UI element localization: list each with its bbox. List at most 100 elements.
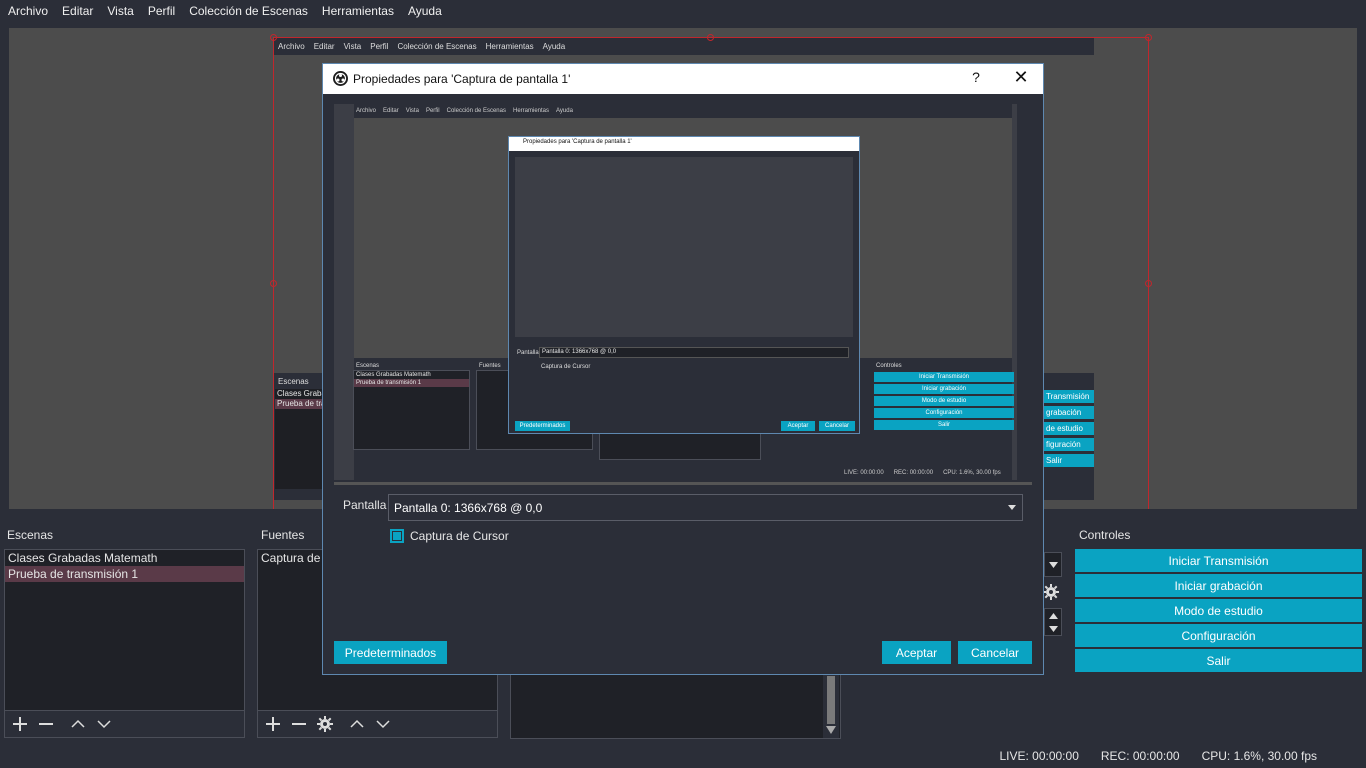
preview-scene-item: Clases Grabadas Matemath xyxy=(356,372,431,378)
cursor-capture-checkbox[interactable] xyxy=(390,529,404,543)
spin-up-icon xyxy=(1049,613,1058,619)
menubar: Archivo Editar Vista Perfil Colección de… xyxy=(0,0,1366,22)
preview-menu-item: Colección de Escenas xyxy=(446,108,506,114)
preview-menu-item: Archivo xyxy=(356,108,377,114)
resize-handle[interactable] xyxy=(707,34,714,41)
preview-control: Iniciar Transmisión xyxy=(874,372,1014,382)
chevron-down-icon xyxy=(1008,505,1016,510)
obs-logo-icon xyxy=(333,71,348,86)
menu-coleccion-escenas[interactable]: Colección de Escenas xyxy=(185,4,312,18)
nested-select: Pantalla 0: 1366x768 @ 0,0 xyxy=(539,347,849,358)
preview-menubar: Archivo Editar Vista Perfil Colección de… xyxy=(354,104,1012,118)
resize-handle[interactable] xyxy=(270,34,277,41)
nested-label: Pantalla xyxy=(517,350,539,356)
settings-button[interactable]: Configuración xyxy=(1075,624,1362,647)
chevron-up-icon xyxy=(71,719,85,728)
add-scene-button[interactable] xyxy=(11,715,29,733)
transition-settings-button[interactable] xyxy=(1043,584,1059,603)
gear-icon xyxy=(1043,584,1059,600)
chevron-up-icon xyxy=(350,719,364,728)
properties-dialog: Propiedades para 'Captura de pantalla 1'… xyxy=(322,63,1044,675)
dialog-titlebar[interactable]: Propiedades para 'Captura de pantalla 1'… xyxy=(323,64,1043,94)
nested-cancel: Cancelar xyxy=(819,421,855,431)
preview-splitter[interactable] xyxy=(334,482,1032,485)
menu-archivo[interactable]: Archivo xyxy=(4,4,52,18)
remove-scene-button[interactable] xyxy=(37,715,55,733)
cursor-capture-row[interactable]: Captura de Cursor xyxy=(390,529,509,543)
remove-source-button[interactable] xyxy=(290,715,308,733)
resize-handle[interactable] xyxy=(270,280,277,287)
preview-scenes-title: Escenas xyxy=(356,363,380,369)
menu-vista[interactable]: Vista xyxy=(103,4,137,18)
minus-icon xyxy=(292,723,306,725)
ok-button[interactable]: Aceptar xyxy=(882,641,951,664)
scenes-toolbar xyxy=(4,711,245,738)
preview-status-item: REC: 00:00:00 xyxy=(893,470,934,476)
minus-icon xyxy=(39,723,53,725)
dialog-title: Propiedades para 'Captura de pantalla 1' xyxy=(353,72,571,86)
preview-control: Modo de estudio xyxy=(874,396,1014,406)
preview-controls: Iniciar Transmisión Iniciar grabación Mo… xyxy=(874,372,1014,432)
preview-controls-title: Controles xyxy=(876,363,902,369)
chevron-down-icon xyxy=(376,720,390,729)
start-recording-button[interactable]: Iniciar grabación xyxy=(1075,574,1362,597)
menu-perfil[interactable]: Perfil xyxy=(144,4,179,18)
source-preview: Archivo Editar Vista Perfil Colección de… xyxy=(334,104,1032,480)
studio-mode-button[interactable]: Modo de estudio xyxy=(1075,599,1362,622)
audio-mixer[interactable] xyxy=(510,672,841,739)
resize-handle[interactable] xyxy=(1145,280,1152,287)
mixer-scrollbar[interactable] xyxy=(823,672,839,738)
move-source-up-button[interactable] xyxy=(348,715,366,733)
scrollbar-thumb[interactable] xyxy=(827,676,835,724)
preview-control: Configuración xyxy=(874,408,1014,418)
scenes-title: Escenas xyxy=(7,528,54,542)
gear-icon xyxy=(317,716,333,732)
defaults-button[interactable]: Predeterminados xyxy=(334,641,447,664)
source-properties-button[interactable] xyxy=(316,715,334,733)
exit-button[interactable]: Salir xyxy=(1075,649,1362,672)
cancel-button[interactable]: Cancelar xyxy=(958,641,1032,664)
preview-menu-item: Herramientas xyxy=(512,108,549,114)
spin-down-icon xyxy=(1049,626,1058,632)
live-timer: LIVE: 00:00:00 xyxy=(999,749,1079,763)
nested-dialog-capture: Propiedades para 'Captura de pantalla 1'… xyxy=(508,136,860,434)
menu-editar[interactable]: Editar xyxy=(58,4,97,18)
screen-select-value: Pantalla 0: 1366x768 @ 0,0 xyxy=(394,500,543,515)
preview-scene-item: Prueba de transmisión 1 xyxy=(354,379,469,387)
preview-menu-item: Vista xyxy=(405,108,419,114)
plus-icon xyxy=(266,717,280,731)
rec-timer: REC: 00:00:00 xyxy=(1100,749,1180,763)
add-source-button[interactable] xyxy=(264,715,282,733)
scroll-down-icon xyxy=(826,726,836,734)
sources-title: Fuentes xyxy=(261,528,305,542)
menu-herramientas[interactable]: Herramientas xyxy=(318,4,398,18)
nested-canvas xyxy=(515,157,853,337)
preview-control: Salir xyxy=(874,420,1014,430)
resize-handle[interactable] xyxy=(1145,34,1152,41)
transition-select-fragment[interactable] xyxy=(1044,552,1062,577)
plus-icon xyxy=(13,717,27,731)
preview-status-item: CPU: 1.6%, 30.00 fps xyxy=(943,470,1001,476)
scenes-list[interactable]: Clases Grabadas Matemath Prueba de trans… xyxy=(4,549,245,711)
preview-menu-item: Perfil xyxy=(425,108,440,114)
status-bar: LIVE: 00:00:00 REC: 00:00:00 CPU: 1.6%, … xyxy=(999,749,1317,763)
nested-ok: Aceptar xyxy=(781,421,815,431)
screen-select[interactable]: Pantalla 0: 1366x768 @ 0,0 xyxy=(388,494,1023,521)
move-scene-up-button[interactable] xyxy=(69,715,87,733)
help-button[interactable]: ? xyxy=(969,69,983,85)
start-streaming-button[interactable]: Iniciar Transmisión xyxy=(1075,549,1362,572)
close-button[interactable]: ✕ xyxy=(1011,67,1031,88)
preview-control: Iniciar grabación xyxy=(874,384,1014,394)
move-scene-down-button[interactable] xyxy=(95,715,113,733)
controls-title: Controles xyxy=(1079,528,1131,542)
cpu-fps: CPU: 1.6%, 30.00 fps xyxy=(1201,749,1317,763)
scene-item[interactable]: Clases Grabadas Matemath xyxy=(5,550,244,566)
menu-ayuda[interactable]: Ayuda xyxy=(404,4,446,18)
preview-sources-title: Fuentes xyxy=(479,363,501,369)
duration-spinbox-fragment[interactable] xyxy=(1044,608,1062,636)
scene-item-selected[interactable]: Prueba de transmisión 1 xyxy=(5,566,244,582)
cursor-capture-label: Captura de Cursor xyxy=(410,529,509,543)
move-source-down-button[interactable] xyxy=(374,715,392,733)
preview-scrollbar xyxy=(1017,104,1032,480)
checkmark-icon xyxy=(393,532,401,540)
